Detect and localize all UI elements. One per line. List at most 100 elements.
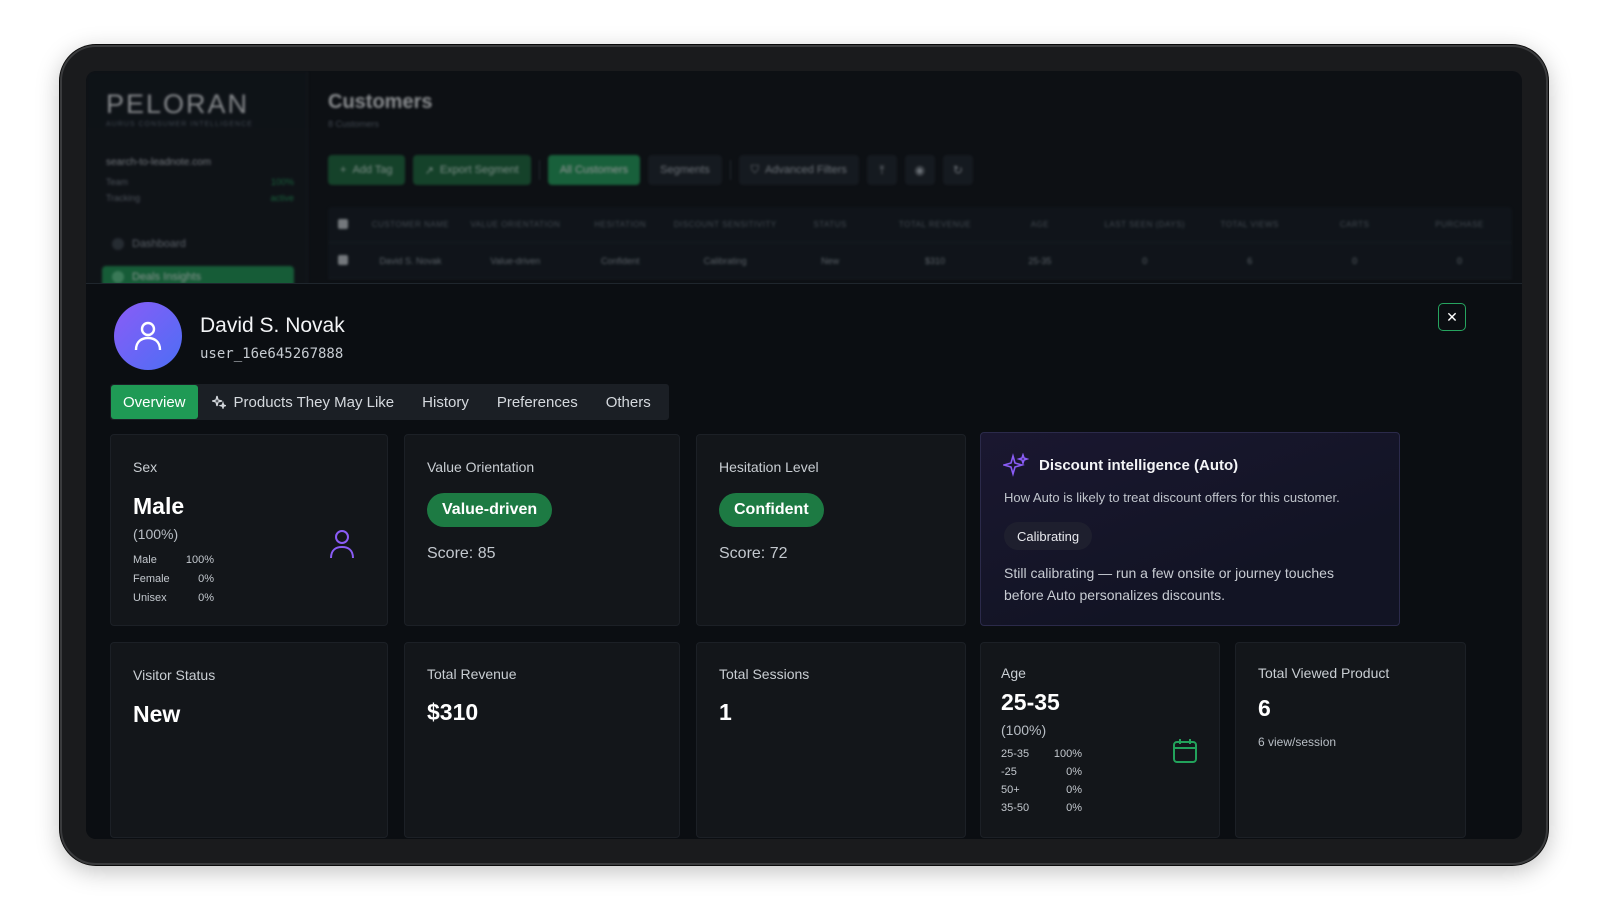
main-area: Customers 8 Customers + Add Tag ↗ Export… — [308, 71, 1522, 311]
table-cell: Confident — [601, 255, 640, 266]
breakdown-row: Female 0% — [133, 569, 214, 588]
breakdown-value: 0% — [1066, 766, 1082, 778]
column-header[interactable]: TOTAL REVENUE — [883, 220, 988, 229]
column-header[interactable]: PURCHASE — [1407, 220, 1512, 229]
toolbar: + Add Tag ↗ Export Segment All Customers… — [328, 155, 973, 185]
column-header[interactable]: DISCOUNT SENSITIVITY — [673, 220, 778, 229]
column-header[interactable]: LAST SEEN (DAYS) — [1092, 220, 1197, 229]
discount-description: How Auto is likely to treat discount off… — [1004, 490, 1340, 505]
table-cell: 0 — [1457, 255, 1463, 266]
advanced-filters-label: Advanced Filters — [764, 164, 847, 176]
insights-icon — [112, 271, 124, 283]
discount-intelligence-card: Discount intelligence (Auto) How Auto is… — [980, 432, 1400, 626]
column-header[interactable]: STATUS — [778, 220, 883, 229]
age-percent: (100%) — [1001, 722, 1047, 738]
column-header[interactable]: AGE — [987, 220, 1092, 229]
table-cell: 25-35 — [1028, 255, 1052, 266]
sparkle-icon — [1003, 453, 1029, 477]
total-viewed-value: 6 — [1258, 695, 1271, 721]
side-row-value: 100% — [270, 177, 294, 187]
value-orientation-card: Value Orientation Value-driven Score: 85 — [404, 434, 680, 626]
export-segment-button[interactable]: ↗ Export Segment — [412, 155, 531, 185]
tab-label: History — [422, 393, 469, 411]
upload-icon[interactable]: ⤒ — [866, 155, 897, 185]
value-orientation-label: Value Orientation — [427, 459, 535, 475]
breakdown-value: 100% — [1053, 748, 1082, 760]
total-revenue-card: Total Revenue $310 — [404, 642, 680, 838]
table-cell: New — [821, 255, 840, 266]
breakdown-key: Male — [133, 553, 157, 566]
breakdown-row: 25-35 100% — [1001, 745, 1082, 763]
breakdown-value: 0% — [1066, 802, 1082, 814]
breakdown-key: 25-35 — [1001, 748, 1030, 760]
sex-card: Sex Male (100%) Male 100% Female 0% Unis… — [110, 434, 388, 626]
tab-all-customers[interactable]: All Customers — [547, 155, 641, 185]
tag-icon: + — [340, 164, 347, 176]
customer-detail-panel: ✕ David S. Novak user_16e645267888 Overv… — [86, 283, 1522, 839]
value-orientation-score: Score: 85 — [427, 545, 496, 562]
add-tag-button[interactable]: + Add Tag — [328, 155, 405, 185]
sex-percent: (100%) — [133, 526, 179, 542]
age-label: Age — [1001, 665, 1026, 681]
row-checkbox[interactable] — [328, 254, 358, 267]
filter-icon: ⛉ — [750, 163, 759, 176]
tab-preferences[interactable]: Preferences — [483, 385, 592, 419]
sidebar-item-dashboard[interactable]: Dashboard — [102, 233, 294, 255]
total-viewed-product-card: Total Viewed Product 6 6 view/session — [1235, 642, 1466, 838]
total-sessions-value: 1 — [719, 699, 732, 725]
sex-value: Male — [133, 493, 185, 519]
visitor-status-label: Visitor Status — [133, 667, 216, 683]
side-row-value: active — [270, 193, 294, 203]
close-button[interactable]: ✕ — [1438, 303, 1466, 331]
sidebar: PELORAN AURUS CONSUMER INTELLIGENCE sear… — [86, 71, 308, 311]
breakdown-key: Unisex — [133, 591, 167, 604]
table-row[interactable]: David S. Novak Value-driven Confident Ca… — [328, 243, 1512, 279]
side-row: Tracking active — [106, 193, 294, 203]
total-sessions-card: Total Sessions 1 — [696, 642, 966, 838]
page-title: Customers — [328, 91, 433, 113]
tab-segments[interactable]: Segments — [648, 155, 722, 185]
column-header[interactable]: CUSTOMER NAME — [358, 220, 463, 229]
logo: PELORAN — [106, 89, 250, 119]
tab-overview[interactable]: Overview — [111, 385, 198, 419]
total-revenue-label: Total Revenue — [427, 666, 517, 682]
discount-status-chip: Calibrating — [1004, 522, 1093, 550]
calendar-icon — [1173, 739, 1197, 763]
divider — [538, 160, 540, 180]
customer-name: David S. Novak — [200, 314, 345, 337]
table-cell: $310 — [924, 255, 945, 266]
column-header[interactable]: TOTAL VIEWS — [1197, 220, 1302, 229]
discount-note: Still calibrating — run a few onsite or … — [1004, 565, 1334, 603]
add-tag-label: Add Tag — [352, 164, 393, 176]
tab-others[interactable]: Others — [592, 385, 665, 419]
tab-products-they-may-like[interactable]: Products They May Like — [198, 385, 409, 419]
tab-history[interactable]: History — [408, 385, 483, 419]
avatar — [114, 302, 182, 370]
sex-breakdown: Male 100% Female 0% Unisex 0% — [133, 550, 214, 607]
total-sessions-label: Total Sessions — [719, 666, 810, 682]
column-header[interactable]: HESITATION — [568, 220, 673, 229]
export-icon: ↗ — [424, 164, 434, 177]
table-cell: 6 — [1247, 255, 1253, 266]
divider — [729, 160, 731, 180]
sidebar-item-label: Dashboard — [132, 238, 186, 250]
screen: PELORAN AURUS CONSUMER INTELLIGENCE sear… — [86, 71, 1522, 839]
table-cell: Value-driven — [490, 255, 541, 266]
refresh-icon[interactable]: ↻ — [942, 155, 973, 185]
close-icon: ✕ — [1446, 308, 1458, 325]
advanced-filters-button[interactable]: ⛉ Advanced Filters — [738, 155, 859, 185]
table-cell: 0 — [1142, 255, 1148, 266]
column-header[interactable]: VALUE ORIENTATION — [463, 220, 568, 229]
breakdown-row: 50+ 0% — [1001, 781, 1082, 799]
breakdown-key: Female — [133, 572, 170, 585]
hesitation-badge: Confident — [719, 493, 824, 527]
breakdown-key: 50+ — [1001, 784, 1020, 796]
eye-icon[interactable]: ◉ — [904, 155, 935, 185]
tab-bar: Overview Products They May Like History … — [110, 384, 669, 420]
breakdown-value: 0% — [1066, 784, 1082, 796]
tab-label: Products They May Like — [233, 393, 395, 411]
column-header[interactable]: CARTS — [1302, 220, 1407, 229]
table-cell: David S. Novak — [379, 255, 442, 266]
select-all-checkbox[interactable] — [328, 218, 358, 231]
sidebar-item-label: Deals Insights — [132, 271, 202, 283]
